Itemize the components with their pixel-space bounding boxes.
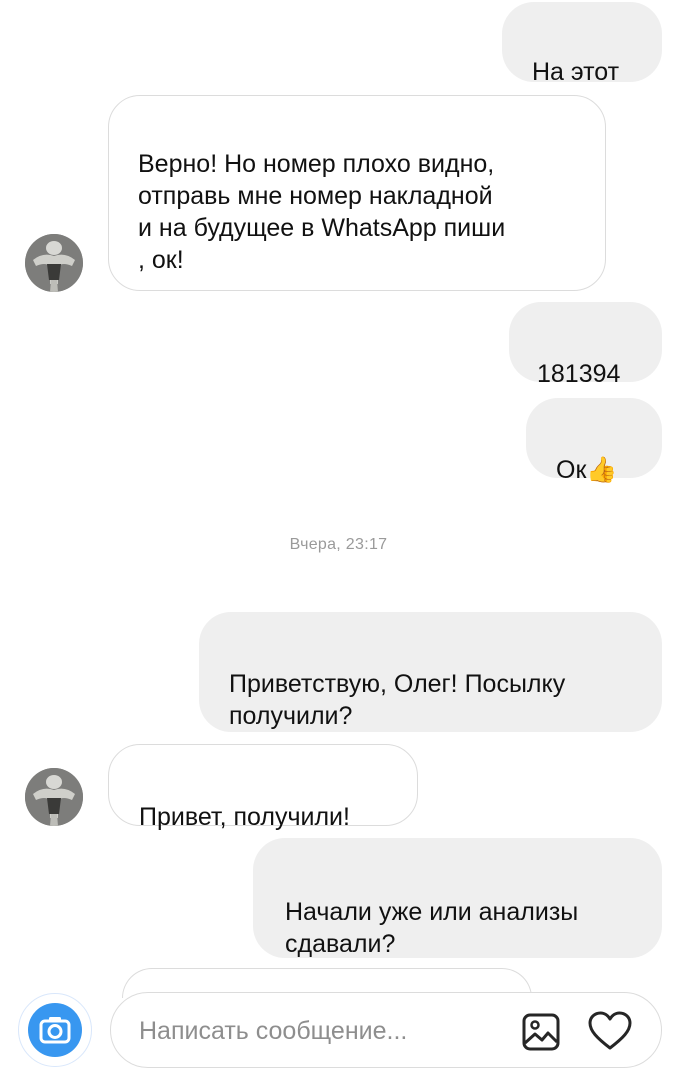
avatar-image bbox=[25, 768, 83, 826]
contact-avatar[interactable] bbox=[25, 234, 83, 292]
message-input[interactable]: Написать сообщение... bbox=[139, 1015, 407, 1047]
message-text: Начали уже или анализы сдавали? bbox=[285, 898, 579, 958]
outgoing-message: Приветствую, Олег! Посылку получили? bbox=[199, 612, 662, 732]
message-text: Привет, получили! bbox=[139, 803, 350, 831]
message-composer[interactable]: Написать сообщение... bbox=[110, 992, 662, 1068]
camera-button[interactable] bbox=[18, 993, 92, 1067]
incoming-message: Привет, получили! bbox=[108, 744, 418, 831]
heart-icon[interactable] bbox=[587, 1010, 633, 1052]
camera-icon bbox=[39, 1017, 71, 1044]
outgoing-message: Ок👍 bbox=[526, 398, 662, 484]
message-text: На этот bbox=[532, 58, 620, 86]
message-text: Верно! Но номер плохо видно, отправь мне… bbox=[138, 150, 506, 274]
message-text: Ок👍 bbox=[556, 456, 618, 484]
camera-circle bbox=[28, 1003, 82, 1057]
image-gallery-icon[interactable] bbox=[521, 1012, 561, 1052]
outgoing-message: 181394 bbox=[509, 302, 662, 388]
avatar-image bbox=[25, 234, 83, 292]
date-separator: Вчера, 23:17 bbox=[289, 536, 388, 553]
incoming-message: Верно! Но номер плохо видно, отправь мне… bbox=[108, 95, 606, 291]
message-text: Приветствую, Олег! Посылку получили? bbox=[229, 670, 566, 730]
contact-avatar[interactable] bbox=[25, 768, 83, 826]
outgoing-message: Начали уже или анализы сдавали? bbox=[253, 838, 662, 958]
message-text: 181394 bbox=[537, 360, 621, 388]
outgoing-message: На этот bbox=[502, 2, 662, 86]
